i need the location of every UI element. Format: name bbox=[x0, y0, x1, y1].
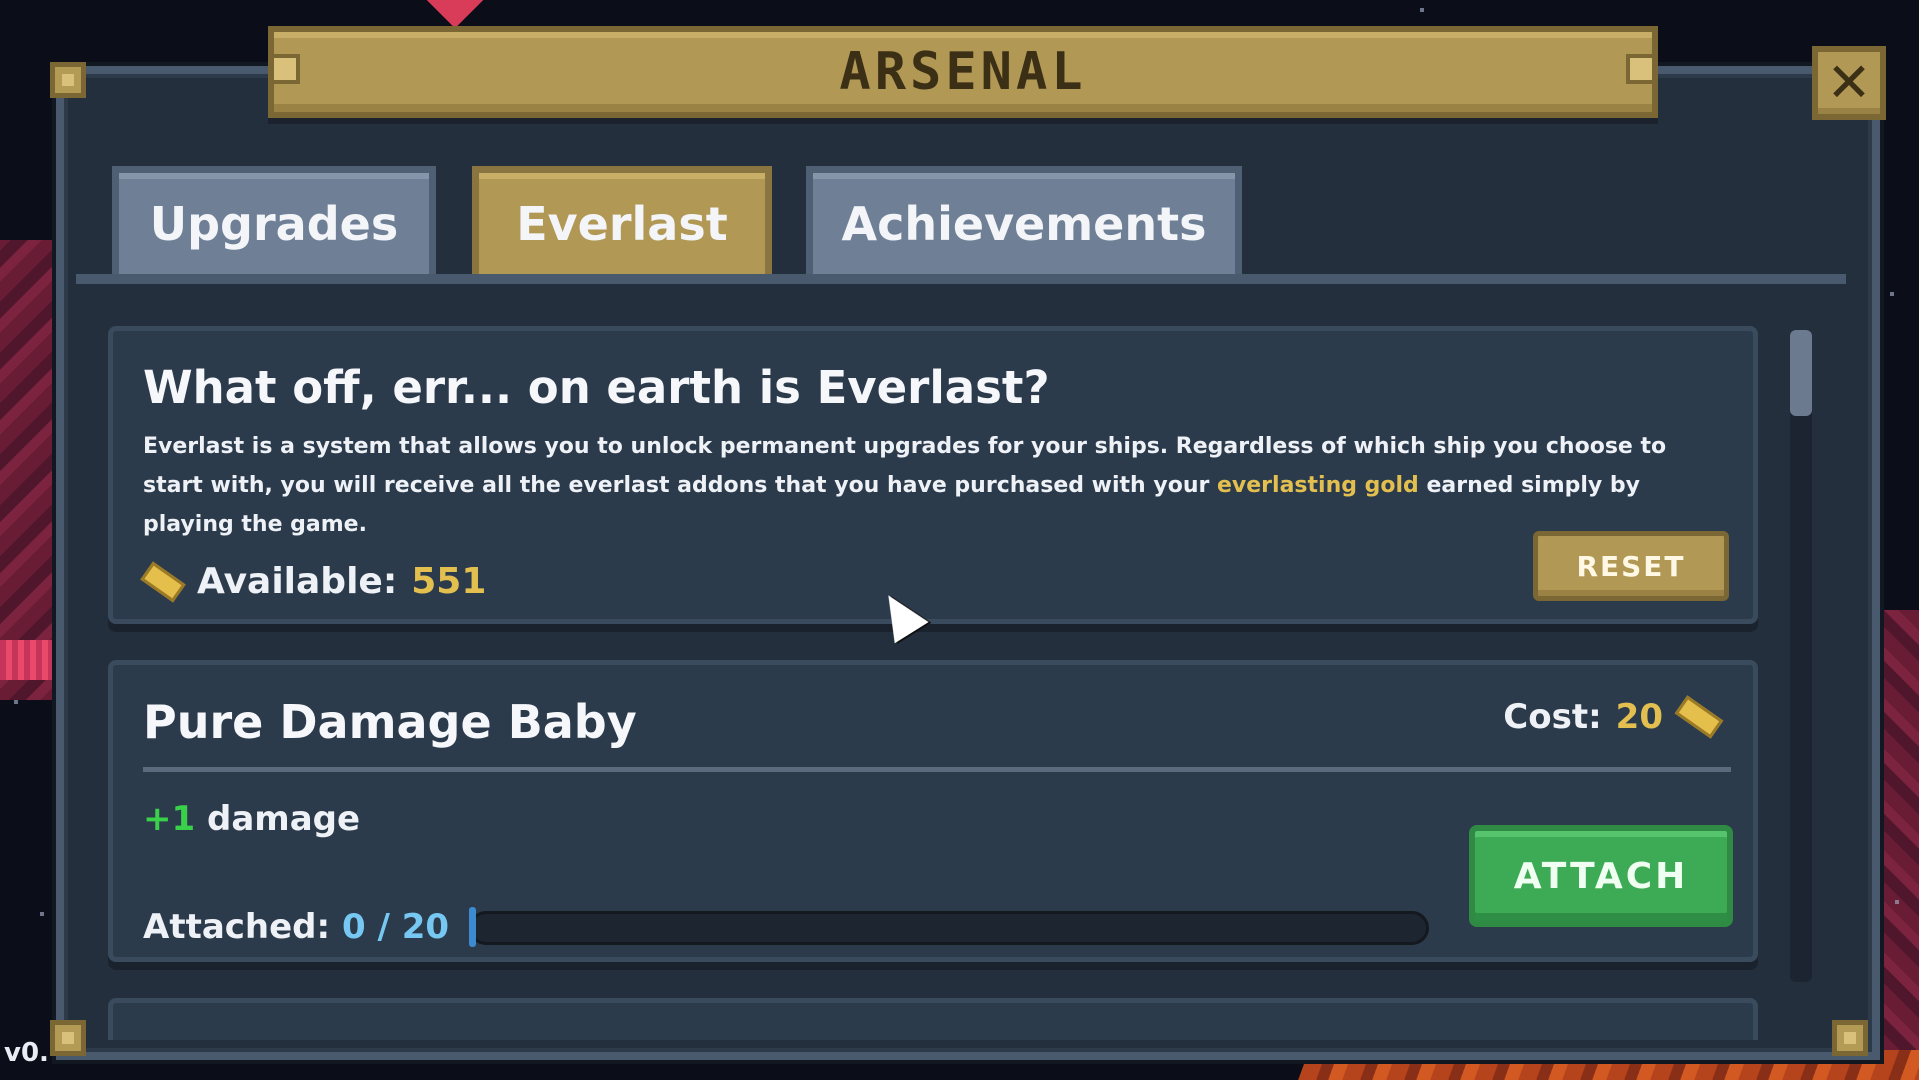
banner-knob bbox=[1626, 54, 1656, 84]
attached-progress-bar bbox=[469, 911, 1429, 945]
gold-bar-icon bbox=[140, 561, 186, 602]
star bbox=[14, 700, 18, 704]
available-value: 551 bbox=[411, 561, 487, 602]
scrollbar-thumb[interactable] bbox=[1790, 330, 1812, 416]
available-gold: Available: 551 bbox=[140, 561, 487, 602]
star bbox=[1420, 8, 1424, 12]
everlast-content: What off, err... on earth is Everlast? E… bbox=[108, 326, 1758, 1040]
reset-label: RESET bbox=[1576, 549, 1686, 583]
tab-underline bbox=[76, 274, 1846, 284]
attached-value: 0 / 20 bbox=[341, 907, 450, 947]
window-title: ARSENAL bbox=[839, 42, 1087, 102]
tab-label: Achievements bbox=[841, 196, 1207, 251]
star bbox=[1880, 460, 1884, 464]
cost-value: 20 bbox=[1615, 697, 1663, 737]
attach-button[interactable]: ATTACH bbox=[1469, 825, 1733, 927]
attached-count: Attached: 0 / 20 bbox=[143, 907, 449, 947]
nebula-decoration bbox=[0, 640, 60, 680]
info-title: What off, err... on earth is Everlast? bbox=[143, 361, 1050, 414]
star bbox=[1890, 292, 1894, 296]
divider bbox=[143, 767, 1731, 772]
frame-corner bbox=[1832, 1020, 1868, 1056]
frame-corner bbox=[50, 1020, 86, 1056]
star bbox=[1880, 490, 1884, 494]
upgrade-card: Pure Damage Baby Cost: 20 +1 damage Atta… bbox=[108, 660, 1758, 962]
gold-bar-icon bbox=[1674, 695, 1724, 739]
attached-label: Attached: bbox=[143, 907, 331, 947]
effect-text: damage bbox=[207, 799, 361, 839]
tab-label: Upgrades bbox=[149, 196, 399, 251]
star bbox=[1895, 900, 1899, 904]
everlast-info-card: What off, err... on earth is Everlast? E… bbox=[108, 326, 1758, 624]
everlasting-gold-link: everlasting gold bbox=[1217, 473, 1419, 498]
nebula-decoration bbox=[426, 0, 484, 29]
upgrade-cost: Cost: 20 bbox=[1503, 695, 1724, 739]
available-label: Available: bbox=[197, 561, 398, 602]
tab-label: Everlast bbox=[516, 196, 728, 251]
upgrade-name: Pure Damage Baby bbox=[143, 695, 637, 749]
attach-label: ATTACH bbox=[1513, 855, 1689, 897]
cost-label: Cost: bbox=[1503, 697, 1602, 737]
frame-corner bbox=[50, 62, 86, 98]
close-icon: ✕ bbox=[1826, 51, 1872, 114]
tab-upgrades[interactable]: Upgrades bbox=[112, 166, 436, 274]
upgrade-effect: +1 damage bbox=[143, 799, 360, 839]
star bbox=[40, 912, 44, 916]
banner-knob bbox=[270, 54, 300, 84]
upgrade-card-next bbox=[108, 998, 1758, 1040]
reset-button[interactable]: RESET bbox=[1533, 531, 1729, 601]
title-banner: ARSENAL bbox=[268, 26, 1658, 118]
tab-achievements[interactable]: Achievements bbox=[806, 166, 1242, 274]
progress-marker bbox=[469, 907, 476, 947]
tab-everlast[interactable]: Everlast bbox=[472, 166, 772, 274]
version-text: v0. bbox=[4, 1038, 49, 1068]
close-button[interactable]: ✕ bbox=[1812, 46, 1886, 120]
info-body: Everlast is a system that allows you to … bbox=[143, 427, 1703, 544]
scrollbar-track[interactable] bbox=[1790, 330, 1812, 982]
effect-amount: +1 bbox=[143, 799, 196, 839]
